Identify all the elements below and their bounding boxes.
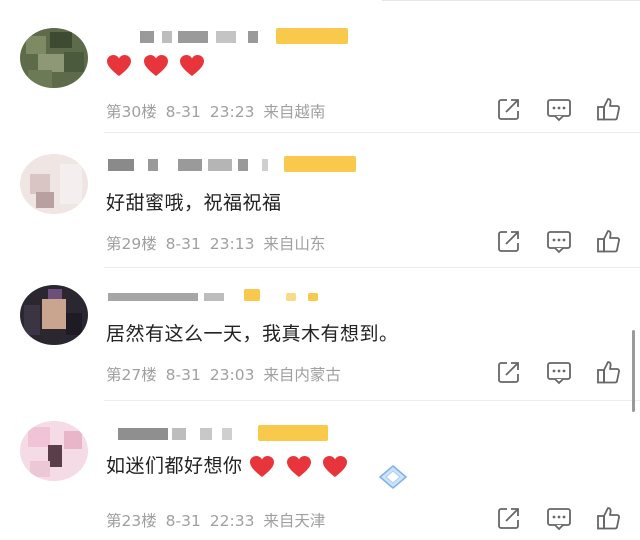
floor-number: 第27楼	[106, 366, 157, 384]
floor-number: 第23楼	[106, 512, 157, 530]
scrollbar[interactable]	[632, 330, 635, 412]
share-icon[interactable]	[496, 96, 522, 122]
comment-actions	[496, 359, 622, 385]
comment-date: 8-31	[165, 512, 201, 530]
comment-text: 如迷们都好想你	[106, 451, 352, 479]
avatar[interactable]	[20, 285, 88, 345]
share-icon[interactable]	[496, 228, 522, 254]
heart-emoji-icon	[107, 55, 131, 76]
share-icon[interactable]	[496, 505, 522, 531]
avatar[interactable]	[20, 28, 88, 88]
heart-emoji-icon	[143, 55, 168, 76]
username-masked[interactable]	[108, 425, 368, 443]
comment-actions	[496, 96, 622, 122]
comment-meta: 第29楼 8-31 23:13 来自山东	[106, 232, 329, 254]
avatar[interactable]	[20, 421, 88, 481]
comment-icon[interactable]	[546, 505, 572, 531]
comment-time: 23:03	[209, 366, 255, 384]
comment-item: 如迷们都好想你 第23楼 8-31 22:33 来自天津	[0, 405, 640, 540]
diamond-badge-icon	[378, 464, 408, 490]
like-icon[interactable]	[596, 505, 622, 531]
divider	[104, 132, 640, 133]
comment-meta: 第30楼 8-31 23:23 来自越南	[106, 100, 329, 122]
comment-item: 好甜蜜哦，祝福祝福 第29楼 8-31 23:13 来自山东	[0, 140, 640, 275]
like-icon[interactable]	[596, 359, 622, 385]
comment-meta: 第23楼 8-31 22:33 来自天津	[106, 509, 329, 531]
comment-time: 22:33	[209, 512, 255, 530]
comment-icon[interactable]	[546, 359, 572, 385]
heart-emoji-icon	[323, 455, 348, 477]
comment-item: 第30楼 8-31 23:23 来自越南	[0, 0, 640, 140]
heart-emoji-icon	[286, 455, 311, 477]
like-icon[interactable]	[596, 228, 622, 254]
comment-date: 8-31	[165, 366, 201, 384]
divider	[104, 400, 640, 401]
like-icon[interactable]	[596, 96, 622, 122]
floor-number: 第29楼	[106, 235, 157, 253]
comment-icon[interactable]	[546, 96, 572, 122]
comment-time: 23:13	[209, 235, 255, 253]
heart-emoji-icon	[250, 455, 275, 477]
comment-item: 居然有这么一天，我真木有想到。 第27楼 8-31 23:03 来自内蒙古	[0, 275, 640, 405]
share-icon[interactable]	[496, 359, 522, 385]
comment-time: 23:23	[209, 103, 255, 121]
comment-date: 8-31	[165, 235, 201, 253]
avatar[interactable]	[20, 154, 88, 214]
comment-actions	[496, 228, 622, 254]
heart-emoji-icon	[180, 55, 205, 76]
divider	[104, 267, 640, 268]
floor-number: 第30楼	[106, 103, 157, 121]
comment-location: 来自内蒙古	[263, 366, 341, 384]
comment-location: 来自天津	[263, 512, 326, 530]
comment-location: 来自越南	[263, 103, 326, 121]
comment-actions	[496, 505, 622, 531]
comment-date: 8-31	[165, 103, 201, 121]
comment-location: 来自山东	[263, 235, 326, 253]
username-masked[interactable]	[108, 156, 368, 174]
username-masked[interactable]	[108, 287, 368, 305]
comment-text: 好甜蜜哦，祝福祝福	[106, 192, 282, 214]
comment-meta: 第27楼 8-31 23:03 来自内蒙古	[106, 363, 345, 385]
username-masked[interactable]	[108, 28, 368, 46]
comment-icon[interactable]	[546, 228, 572, 254]
comment-text	[106, 54, 209, 78]
comment-text: 居然有这么一天，我真木有想到。	[106, 323, 399, 345]
